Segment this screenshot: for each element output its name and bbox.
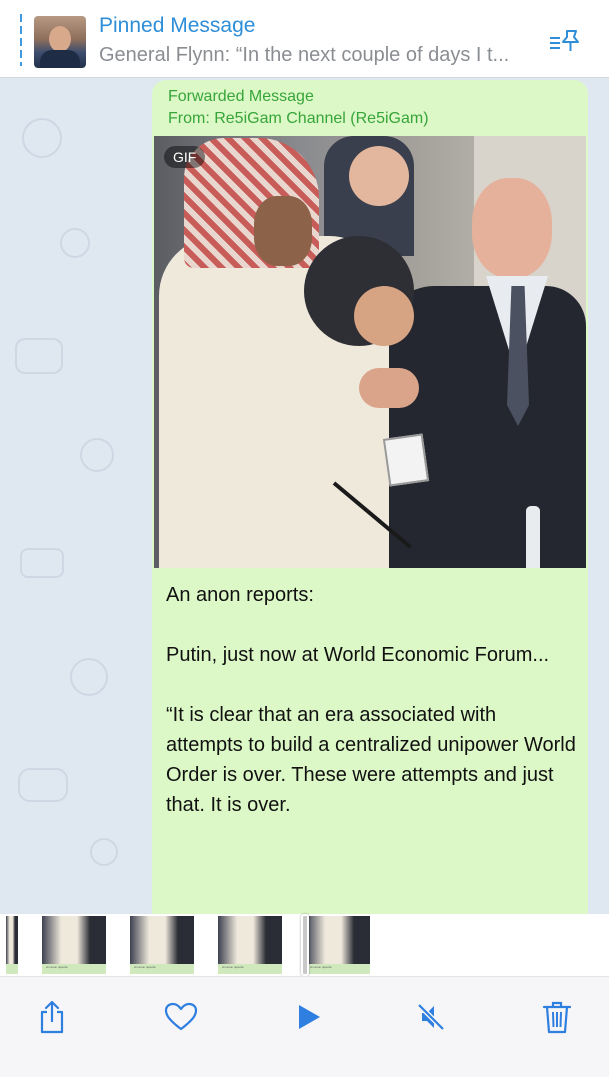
scrubber-frame: An anon reports: [218, 916, 282, 974]
message-paragraph: “It is clear that an era associated with… [166, 704, 576, 816]
forwarded-from[interactable]: From: Re5iGam Channel (Re5iGam) [168, 110, 429, 128]
message-paragraph: Putin, just now at World Economic Forum.… [166, 644, 550, 666]
heart-icon[interactable] [161, 997, 201, 1037]
scrubber-frame: An anon reports: [42, 916, 106, 974]
speaker-muted-icon[interactable] [411, 997, 451, 1037]
pinned-title: Pinned Message [99, 14, 256, 37]
pinned-message-bar[interactable]: Pinned Message General Flynn: “In the ne… [0, 0, 609, 78]
play-icon[interactable] [289, 997, 329, 1037]
media-viewer-screen: Pinned Message General Flynn: “In the ne… [0, 0, 609, 1077]
pin-list-icon[interactable] [549, 28, 581, 54]
gif-media[interactable]: GIF [154, 136, 586, 568]
pinned-indicator-line [20, 14, 22, 66]
message-paragraph: An anon reports: [166, 584, 314, 606]
pinned-avatar [34, 16, 86, 68]
scrubber-frame: An anon reports: [306, 916, 370, 974]
scrubber-frame [6, 916, 18, 974]
trash-icon[interactable] [537, 997, 577, 1037]
message-text: An anon reports: Putin, just now at Worl… [166, 580, 576, 820]
scrubber-playhead[interactable] [301, 914, 309, 976]
share-icon[interactable] [32, 997, 72, 1037]
message-bubble[interactable]: Forwarded Message From: Re5iGam Channel … [152, 80, 588, 920]
pinned-preview: General Flynn: “In the next couple of da… [99, 44, 510, 66]
bottom-toolbar [0, 976, 609, 1077]
forwarded-label: Forwarded Message [168, 88, 314, 105]
video-scrubber[interactable]: An anon reports: An anon reports: An ano… [0, 914, 609, 976]
scrubber-frame: An anon reports: [130, 916, 194, 974]
gif-badge: GIF [164, 146, 206, 168]
